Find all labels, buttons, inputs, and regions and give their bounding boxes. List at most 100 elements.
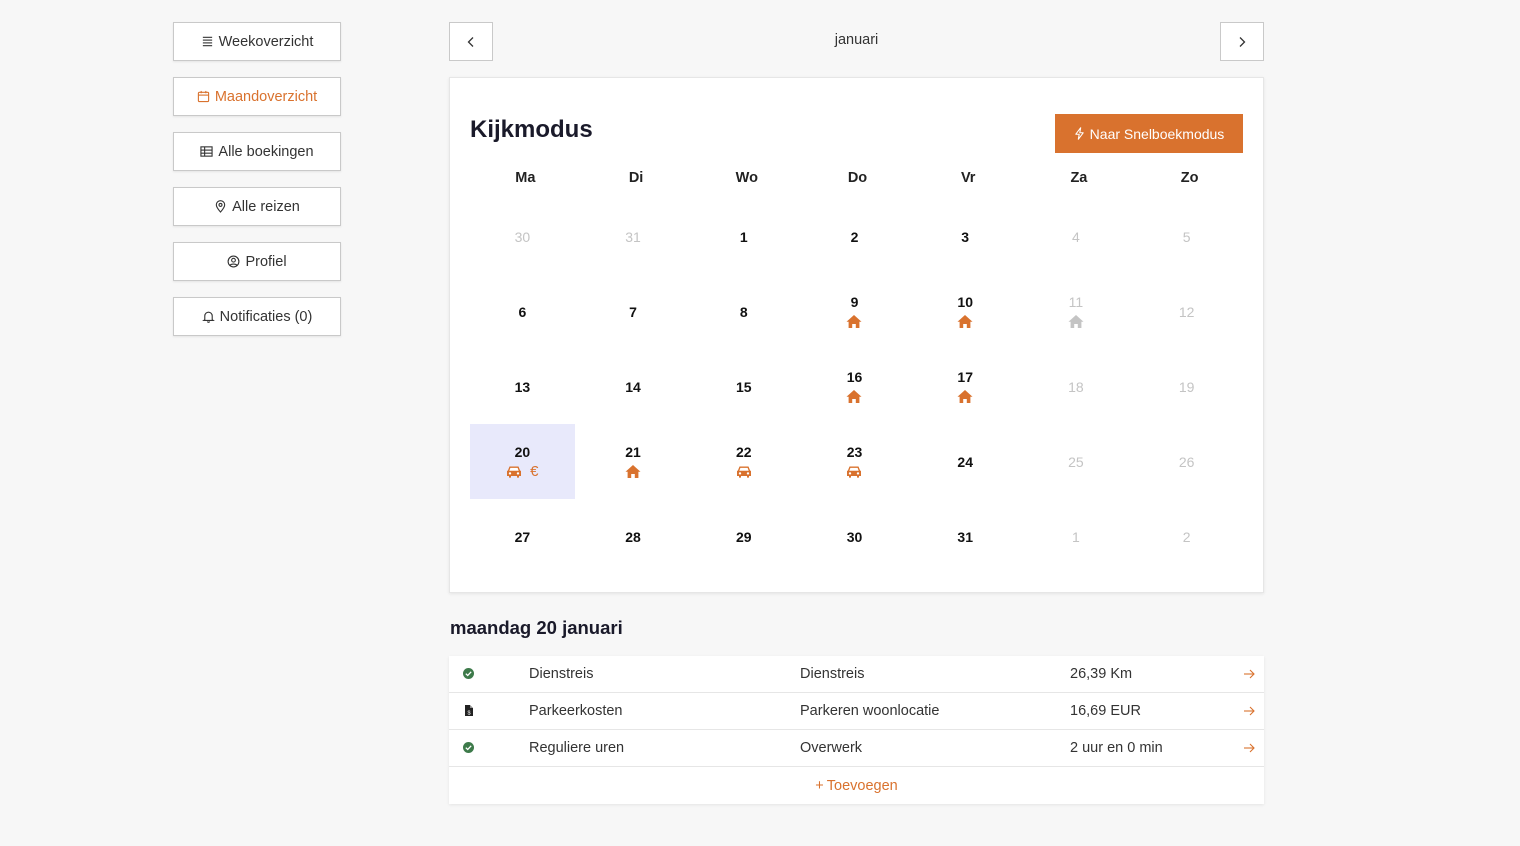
calendar-day[interactable]: 30 — [802, 499, 913, 574]
day-number: 10 — [957, 294, 973, 310]
quick-book-mode-button[interactable]: Naar Snelboekmodus — [1055, 114, 1243, 153]
day-icons — [736, 463, 752, 479]
calendar-day[interactable]: 1 — [691, 199, 802, 274]
day-number: 6 — [518, 303, 527, 320]
booking-type: Dienstreis — [529, 666, 594, 682]
calendar-day[interactable]: 2 — [802, 199, 913, 274]
calendar-day[interactable]: 25 — [1024, 424, 1135, 499]
day-icons — [1068, 313, 1084, 329]
sidebar-item-label: Notificaties (0) — [219, 308, 313, 325]
sidebar-item-notificaties[interactable]: Notificaties (0) — [173, 297, 341, 336]
calendar-day[interactable]: 11 — [1024, 274, 1135, 349]
sidebar-item-label: Alle reizen — [232, 198, 300, 215]
selected-date-title: maandag 20 januari — [450, 617, 623, 638]
booking-category: Dienstreis — [800, 666, 865, 682]
calendar-day[interactable]: 7 — [581, 274, 692, 349]
calendar-day[interactable]: 19 — [1134, 349, 1245, 424]
calendar-day[interactable]: 30 — [470, 199, 581, 274]
calendar-day[interactable]: 15 — [691, 349, 802, 424]
calendar-day[interactable]: 29 — [691, 499, 802, 574]
calendar-card: Kijkmodus Naar Snelboekmodus Ma Di Wo Do Vr Z… — [449, 77, 1264, 593]
calendar-day[interactable]: 21 — [581, 424, 692, 499]
home-icon — [1068, 314, 1084, 328]
calendar-day[interactable]: 3 — [913, 199, 1024, 274]
add-booking-button[interactable]: + Toevoegen — [449, 767, 1264, 804]
user-circle-icon — [227, 255, 240, 268]
calendar-day[interactable]: 26 — [1134, 424, 1245, 499]
sidebar-item-maandoverzicht[interactable]: Maandoverzicht — [173, 77, 341, 116]
weekday-header: Ma Di Wo Do Vr Za Zo — [470, 170, 1245, 186]
day-icons: € — [506, 463, 539, 479]
calendar-day[interactable]: 31 — [913, 499, 1024, 574]
sidebar-item-profiel[interactable]: Profiel — [173, 242, 341, 281]
day-number: 5 — [1182, 228, 1191, 245]
calendar-day[interactable]: 20 € — [470, 424, 575, 499]
weekday-label: Ma — [515, 170, 536, 186]
arrow-right-icon — [1244, 706, 1255, 716]
lightning-icon — [1074, 127, 1084, 140]
check-circle-icon — [463, 742, 474, 753]
day-number: 21 — [625, 444, 641, 460]
calendar-grid: 30 31 1 2 3 4 5 6 7 8 9 10 11 12 13 14 15 16 17 18 19 20 €21 22… — [470, 199, 1245, 574]
day-number: 18 — [1068, 378, 1084, 395]
home-icon — [846, 389, 862, 403]
sidebar-item-alle-boekingen[interactable]: Alle boekingen — [173, 132, 341, 171]
sidebar-item-weekoverzicht[interactable]: Weekoverzicht — [173, 22, 341, 61]
check-circle-icon — [463, 668, 474, 679]
day-icons — [625, 463, 641, 479]
day-number: 29 — [735, 528, 752, 545]
calendar-icon — [197, 90, 209, 103]
calendar-day[interactable]: 8 — [691, 274, 802, 349]
car-icon — [736, 466, 751, 478]
day-number: 23 — [846, 444, 863, 460]
weekday-label: Zo — [1180, 170, 1199, 186]
day-number: 28 — [625, 528, 641, 545]
calendar-day[interactable]: 18 — [1024, 349, 1135, 424]
calendar-day[interactable]: 14 — [581, 349, 692, 424]
booking-value: 2 uur en 0 min — [1070, 740, 1163, 756]
weekday-label: Vr — [960, 170, 976, 186]
booking-row[interactable]: Reguliere uren Overwerk 2 uur en 0 min — [449, 730, 1264, 767]
sidebar-item-label: Profiel — [245, 253, 287, 270]
calendar-day[interactable]: 16 — [802, 349, 913, 424]
calendar-day[interactable]: 6 — [470, 274, 581, 349]
plus-icon: + — [815, 777, 824, 794]
booking-list: Dienstreis Dienstreis 26,39 Km $ Parkeerkost… — [449, 656, 1264, 804]
prev-month-button[interactable] — [449, 22, 493, 61]
day-number: 19 — [1178, 378, 1195, 395]
calendar-day[interactable]: 24 — [913, 424, 1024, 499]
day-number: 31 — [625, 228, 641, 245]
calendar-day[interactable]: 13 — [470, 349, 581, 424]
day-number: 2 — [850, 228, 859, 245]
calendar-day[interactable]: 10 — [913, 274, 1024, 349]
next-month-button[interactable] — [1220, 22, 1264, 61]
sidebar-item-alle-reizen[interactable]: Alle reizen — [173, 187, 341, 226]
day-number: 27 — [514, 528, 531, 545]
home-icon — [957, 389, 973, 403]
calendar-day[interactable]: 23 — [802, 424, 913, 499]
calendar-day[interactable]: 2 — [1134, 499, 1245, 574]
sidebar-item-label: Alle boekingen — [218, 143, 314, 160]
calendar-day[interactable]: 12 — [1134, 274, 1245, 349]
day-number: 1 — [1072, 528, 1080, 545]
day-number: 16 — [846, 369, 863, 385]
calendar-day[interactable]: 22 — [691, 424, 802, 499]
calendar-day[interactable]: 1 — [1024, 499, 1135, 574]
day-number: 24 — [957, 453, 973, 470]
calendar-day[interactable]: 9 — [802, 274, 913, 349]
home-icon — [957, 314, 973, 328]
table-icon — [200, 146, 214, 157]
quick-book-mode-label: Naar Snelboekmodus — [1089, 125, 1225, 142]
calendar-day[interactable]: 4 — [1024, 199, 1135, 274]
day-number: 30 — [846, 528, 863, 545]
calendar-day[interactable]: 28 — [581, 499, 692, 574]
chevron-right-icon — [1239, 36, 1246, 47]
calendar-day[interactable]: 27 — [470, 499, 581, 574]
calendar-day[interactable]: 5 — [1134, 199, 1245, 274]
calendar-day[interactable]: 31 — [581, 199, 692, 274]
calendar-day[interactable]: 17 — [913, 349, 1024, 424]
add-booking-label: Toevoegen — [826, 777, 898, 794]
booking-row[interactable]: Dienstreis Dienstreis 26,39 Km — [449, 656, 1264, 693]
document-icon: $ — [465, 705, 473, 717]
booking-row[interactable]: $ Parkeerkosten Parkeren woonlocatie 16,69 … — [449, 693, 1264, 730]
